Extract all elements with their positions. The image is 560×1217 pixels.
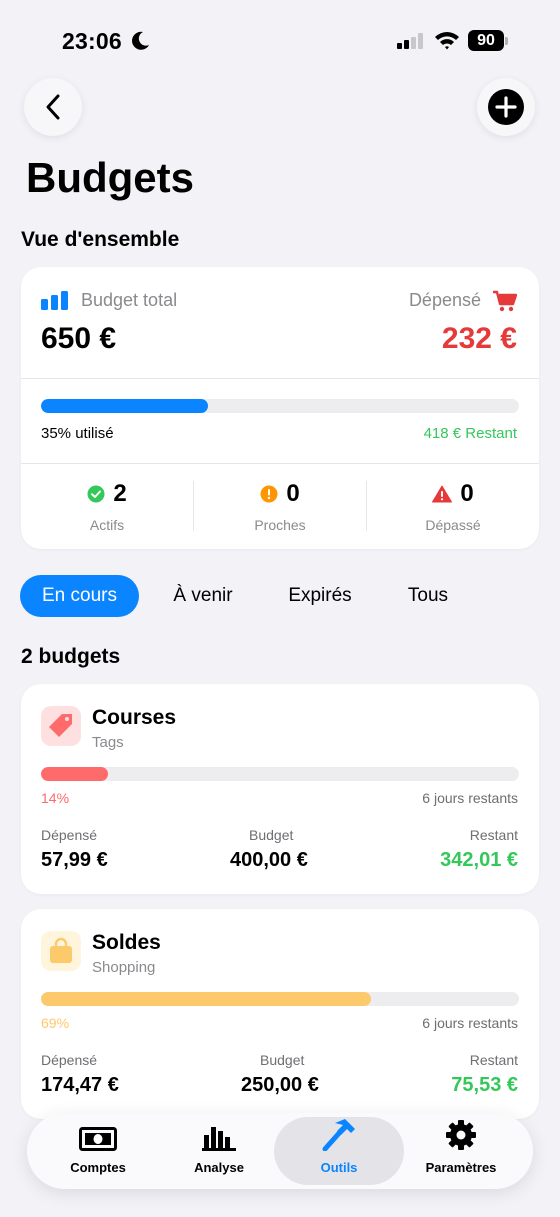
overall-progress-bar <box>41 399 519 413</box>
status-bar: 23:06 90 <box>0 0 560 80</box>
checkmark-circle-icon <box>87 485 105 503</box>
stat-value: 0 <box>460 480 474 507</box>
bottom-tab-bar: Comptes Analyse Outils Paramètres <box>27 1113 533 1189</box>
remaining-label: Restant <box>469 827 518 843</box>
budget-category: Tags <box>92 734 124 751</box>
cart-icon <box>493 290 518 317</box>
tabbar-item-parametres[interactable]: Paramètres <box>396 1117 526 1185</box>
back-button[interactable] <box>24 78 82 136</box>
total-budget-value: 650 € <box>41 322 117 355</box>
budget-value: 250,00 € <box>241 1074 319 1096</box>
budget-label: Budget <box>260 1052 305 1068</box>
tab-current[interactable]: En cours <box>20 575 139 617</box>
budget-label: Budget <box>249 827 294 843</box>
overview-card: Budget total Dépensé 650 € 232 € 35% uti… <box>21 267 539 549</box>
spent-value: 57,99 € <box>41 849 108 871</box>
overview-section-title: Vue d'ensemble <box>21 228 180 251</box>
stat-near: 0 Proches <box>194 479 366 533</box>
budget-card-courses[interactable]: Courses Tags 14% 6 jours restants Dépens… <box>21 684 539 894</box>
budget-category: Shopping <box>92 959 156 976</box>
stat-exceeded: 0 Dépassé <box>367 479 539 533</box>
bar-chart-icon <box>41 290 69 315</box>
tab-expired[interactable]: Expirés <box>275 575 365 617</box>
tabbar-label: Outils <box>320 1160 358 1175</box>
stat-value: 2 <box>113 480 127 507</box>
tabbar-item-comptes[interactable]: Comptes <box>33 1117 163 1185</box>
spent-label: Dépensé <box>408 290 481 310</box>
divider <box>21 463 539 464</box>
warning-triangle-icon <box>432 485 453 503</box>
budget-name: Soldes <box>92 931 161 954</box>
budget-percentage: 14% <box>41 790 70 806</box>
budget-progress-bar <box>41 992 519 1006</box>
budgets-count-title: 2 budgets <box>21 645 121 668</box>
remaining-value: 342,01 € <box>440 849 518 871</box>
spent-value: 232 € <box>441 322 517 355</box>
cellular-signal-icon <box>397 33 425 54</box>
spent-value: 174,47 € <box>41 1074 119 1096</box>
budget-progress-bar <box>41 767 519 781</box>
used-percentage: 35% utilisé <box>41 425 114 442</box>
remaining-label: Restant <box>469 1052 518 1068</box>
page-title: Budgets <box>26 154 194 201</box>
shopping-bag-icon <box>41 931 81 971</box>
remaining-value: 75,53 € <box>451 1074 518 1096</box>
tab-upcoming[interactable]: À venir <box>160 575 246 617</box>
stat-label: Actifs <box>89 517 125 533</box>
stat-label: Dépassé <box>425 517 481 533</box>
divider <box>21 378 539 379</box>
stat-active: 2 Actifs <box>21 479 193 533</box>
spent-label: Dépensé <box>41 1052 98 1068</box>
spent-label: Dépensé <box>41 827 98 843</box>
status-time: 23:06 <box>62 28 122 54</box>
add-budget-button[interactable] <box>477 78 535 136</box>
tabbar-item-outils[interactable]: Outils <box>274 1117 404 1185</box>
tab-all[interactable]: Tous <box>395 575 461 617</box>
moon-icon <box>130 30 150 57</box>
chevron-left-icon <box>46 94 60 120</box>
budget-progress-fill <box>41 992 371 1006</box>
wifi-icon <box>434 30 460 55</box>
days-remaining: 6 jours restants <box>422 1015 518 1031</box>
battery-indicator: 90 <box>468 30 504 51</box>
overall-progress-fill <box>41 399 209 413</box>
banknote-icon <box>33 1117 163 1151</box>
budget-name: Courses <box>92 706 177 729</box>
days-remaining: 6 jours restants <box>422 790 518 806</box>
exclamation-circle-icon <box>260 485 278 503</box>
bar-chart-icon <box>154 1117 284 1151</box>
tabbar-label: Paramètres <box>425 1160 497 1175</box>
hammer-icon <box>274 1117 404 1151</box>
budget-value: 400,00 € <box>230 849 308 871</box>
gear-icon <box>396 1117 526 1151</box>
budget-progress-fill <box>41 767 108 781</box>
tabbar-label: Comptes <box>70 1160 126 1175</box>
plus-circle-icon <box>488 89 524 125</box>
tag-icon <box>41 706 81 746</box>
budget-card-soldes[interactable]: Soldes Shopping 69% 6 jours restants Dép… <box>21 909 539 1119</box>
budget-percentage: 69% <box>41 1015 70 1031</box>
tabbar-item-analyse[interactable]: Analyse <box>154 1117 284 1185</box>
stat-value: 0 <box>286 480 300 507</box>
stat-label: Proches <box>254 517 306 533</box>
remaining-amount: 418 € Restant <box>423 425 517 442</box>
total-budget-label: Budget total <box>81 290 178 310</box>
tabbar-label: Analyse <box>194 1160 244 1175</box>
battery-tip <box>505 37 508 45</box>
